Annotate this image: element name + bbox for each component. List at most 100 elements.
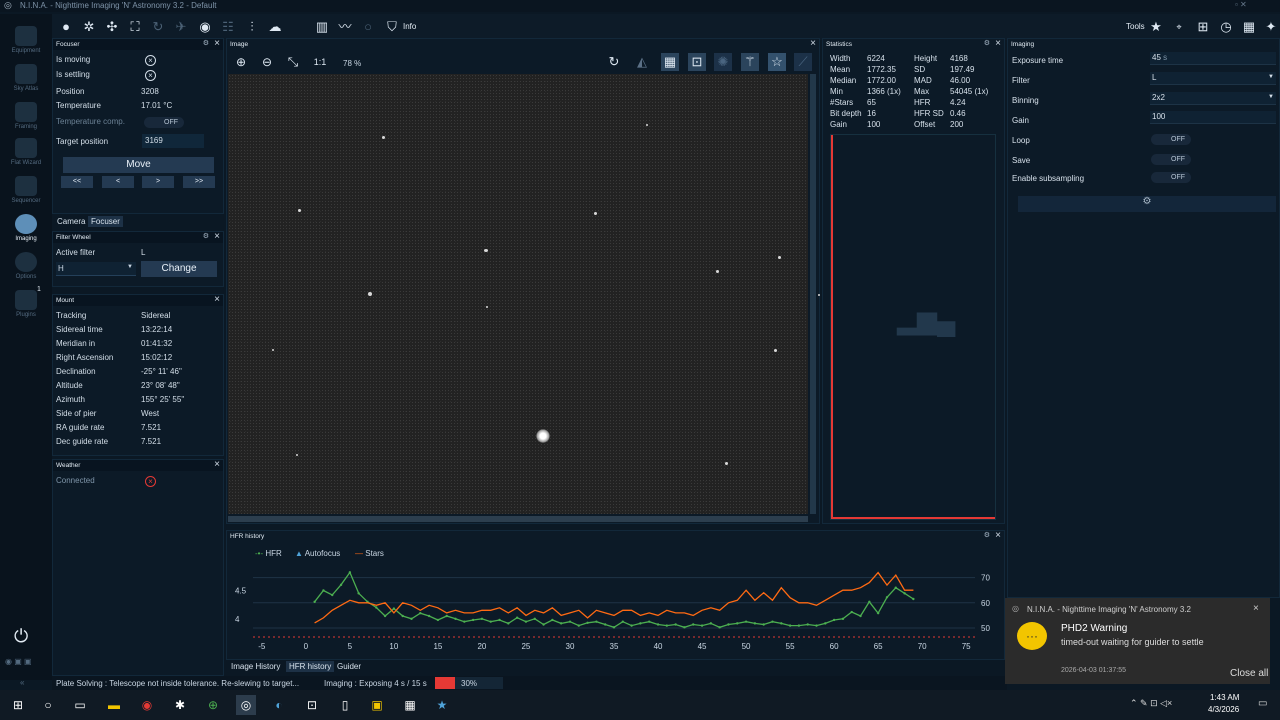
close-icon[interactable]: × <box>214 460 220 470</box>
chart-icon[interactable]: ▥ <box>313 18 331 36</box>
notepad-icon[interactable]: ▯ <box>335 695 355 715</box>
pen-icon[interactable]: ⟋ <box>794 53 812 71</box>
image-viewer[interactable] <box>228 74 820 514</box>
window-controls[interactable]: ▫ ✕ <box>1235 0 1247 9</box>
remote-icon[interactable]: ⊡ <box>302 695 322 715</box>
start-capture-button[interactable]: ⚙ <box>1018 196 1276 212</box>
history-icon[interactable]: ◷ <box>1217 18 1235 36</box>
focuser-icon[interactable]: ✣ <box>103 18 121 36</box>
close-icon[interactable]: × <box>810 39 816 49</box>
flip-icon[interactable]: ◭ <box>633 53 651 71</box>
rotator-icon[interactable]: ⛶ <box>126 18 144 36</box>
plate-solve-icon[interactable]: ✺ <box>714 53 732 71</box>
search-icon[interactable]: ○ <box>38 695 58 715</box>
gain-input[interactable]: 100 <box>1150 111 1276 124</box>
step-back-button[interactable]: < <box>102 176 134 188</box>
notification-toast[interactable]: ◎ N.I.N.A. - Nighttime Imaging 'N' Astro… <box>1005 598 1270 684</box>
close-icon[interactable]: × <box>1253 603 1259 614</box>
save-toggle[interactable]: OFF <box>1151 154 1191 165</box>
filter-wheel-icon[interactable]: ✲ <box>80 18 98 36</box>
zoom-in-icon[interactable]: ⊕ <box>232 53 250 71</box>
tab-hfr-history[interactable]: HFR history <box>286 661 335 672</box>
sidebar-footer-icons[interactable]: ◉ ▣ ▣ <box>5 657 32 666</box>
step-forward-large-button[interactable]: >> <box>183 176 215 188</box>
notification-center-icon[interactable]: ▭ <box>1258 698 1267 709</box>
weather-icon[interactable]: ☁ <box>266 18 284 36</box>
ascom-icon[interactable]: ▦ <box>400 695 420 715</box>
tools-label[interactable]: Tools <box>1126 22 1145 31</box>
guider-icon[interactable]: ◉ <box>196 18 214 36</box>
sidebar-item-equipment[interactable]: Equipment <box>4 26 48 54</box>
legend-autofocus[interactable]: ▲ Autofocus <box>295 549 340 558</box>
close-icon[interactable]: × <box>995 531 1001 541</box>
document-icon[interactable]: ▣ <box>367 695 387 715</box>
fit-icon[interactable]: ⤡ <box>284 53 302 71</box>
settings-icon[interactable]: ⚙ <box>984 531 990 539</box>
polar-align-icon[interactable]: ⊞ <box>1194 18 1212 36</box>
file-explorer-icon[interactable]: ▬ <box>104 695 124 715</box>
info-label[interactable]: Info <box>403 22 416 31</box>
one-to-one-button[interactable]: 1:1 <box>311 53 329 71</box>
stellarium-icon[interactable]: ◐ <box>269 695 289 715</box>
system-tray-icons[interactable]: ⌃ ✎ ⊡ ◁× <box>1130 698 1172 709</box>
step-back-large-button[interactable]: << <box>61 176 93 188</box>
switch-icon[interactable]: ☷ <box>219 18 237 36</box>
tab-guider[interactable]: Guider <box>334 661 364 672</box>
collapse-icon[interactable]: « <box>20 678 24 687</box>
settings-icon[interactable]: ⚙ <box>203 232 209 240</box>
windows-start-icon[interactable]: ⊞ <box>8 695 28 715</box>
change-filter-button[interactable]: Change <box>141 261 217 277</box>
shield-icon[interactable]: ⛉ <box>383 18 401 36</box>
scope-tool-icon[interactable]: ✦ <box>1262 18 1280 36</box>
sidebar-item-flat-wizard[interactable]: Flat Wizard <box>4 138 48 166</box>
close-icon[interactable]: × <box>995 39 1001 49</box>
sidebar-item-framing[interactable]: Framing <box>4 102 48 130</box>
filter-select[interactable]: L ▼ <box>1150 72 1276 85</box>
image-horizontal-scrollbar[interactable] <box>228 516 808 522</box>
tab-focuser[interactable]: Focuser <box>88 216 123 227</box>
magic-wand-icon[interactable]: ⚚ <box>741 53 759 71</box>
telescope-icon[interactable]: ↻ <box>149 18 167 36</box>
loop-toggle[interactable]: OFF <box>1151 134 1191 145</box>
bulb-icon[interactable]: ○ <box>359 18 377 36</box>
tab-image-history[interactable]: Image History <box>228 661 283 672</box>
nina-icon[interactable]: ◎ <box>236 695 256 715</box>
zoom-out-icon[interactable]: ⊖ <box>258 53 276 71</box>
binning-select[interactable]: 2x2 ▼ <box>1150 92 1276 105</box>
crosshair-icon[interactable]: ⊡ <box>688 53 706 71</box>
subsampling-toggle[interactable]: OFF <box>1151 172 1191 183</box>
chrome-icon[interactable]: ◉ <box>137 695 157 715</box>
close-icon[interactable]: × <box>214 39 220 49</box>
filter-select[interactable]: H ▼ <box>56 262 136 276</box>
exposure-time-input[interactable]: 45 s <box>1150 52 1276 65</box>
focus-target-icon[interactable]: ⌖ <box>1170 18 1188 36</box>
star-detect-icon[interactable]: ☆ <box>768 53 786 71</box>
camera-icon[interactable]: ● <box>57 18 75 36</box>
grid-tool-icon[interactable]: ▦ <box>1240 18 1258 36</box>
phd2-icon[interactable]: ⊕ <box>203 695 223 715</box>
star-app-icon[interactable]: ★ <box>432 695 452 715</box>
close-all-button[interactable]: Close all <box>1230 668 1268 679</box>
sidebar-item-plugins[interactable]: Plugins <box>4 290 48 318</box>
power-icon[interactable]: ⏻ <box>14 626 28 647</box>
rotate-icon[interactable]: ↻ <box>605 53 623 71</box>
grid-icon[interactable]: ▦ <box>661 53 679 71</box>
settings-icon[interactable]: ⚙ <box>203 39 209 47</box>
sidebar-item-sky-atlas[interactable]: Sky Atlas <box>4 64 48 92</box>
flat-device-icon[interactable]: ⫶ <box>243 18 261 36</box>
tab-camera[interactable]: Camera <box>54 216 88 227</box>
legend-hfr[interactable]: -•- HFR <box>255 549 282 558</box>
pulse-icon[interactable]: 〰 <box>336 18 354 36</box>
close-icon[interactable]: × <box>214 232 220 242</box>
step-forward-button[interactable]: > <box>142 176 174 188</box>
star-tool-icon[interactable]: ★ <box>1147 18 1165 36</box>
close-icon[interactable]: × <box>214 295 220 305</box>
temp-comp-toggle[interactable]: OFF <box>144 117 184 128</box>
legend-stars[interactable]: — Stars <box>355 549 384 558</box>
task-view-icon[interactable]: ▭ <box>70 695 90 715</box>
target-position-input[interactable]: 3169 <box>142 134 204 148</box>
sidebar-item-options[interactable]: Options <box>4 252 48 280</box>
mount-icon[interactable]: ✈ <box>172 18 190 36</box>
app-icon[interactable]: ✱ <box>170 695 190 715</box>
sidebar-item-sequencer[interactable]: Sequencer <box>4 176 48 204</box>
